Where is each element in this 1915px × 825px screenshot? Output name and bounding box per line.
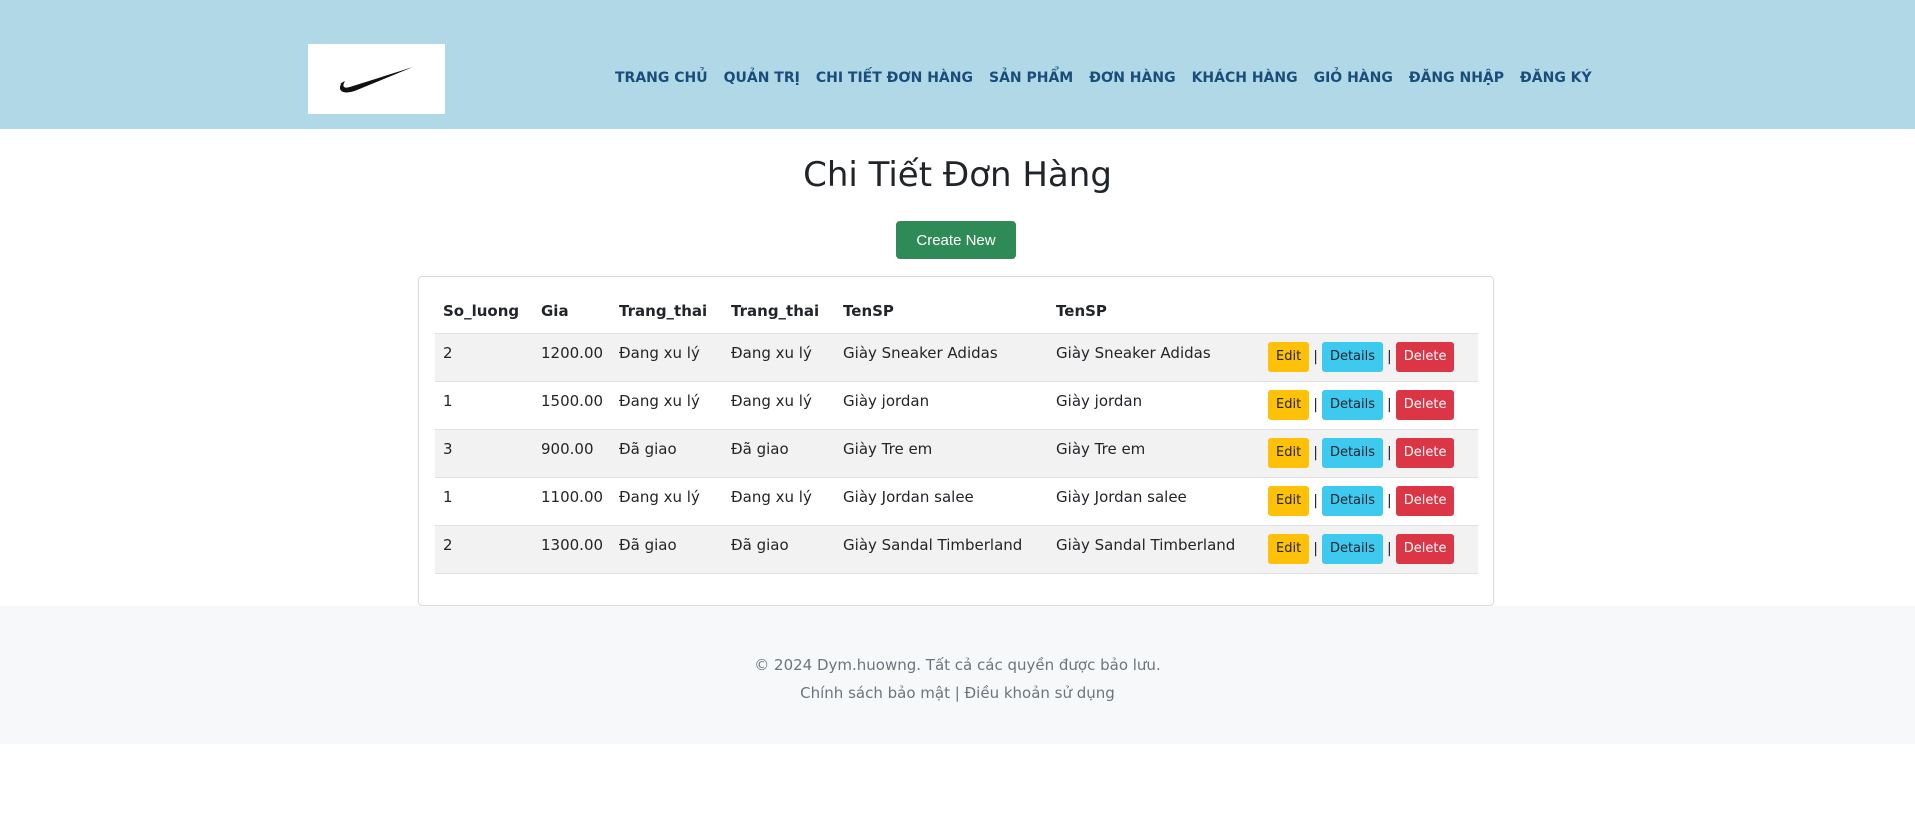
orders-card: So_luong Gia Trang_thai Trang_thai TenSP… [418,276,1494,606]
table-cell: 1300.00 [533,525,612,574]
col-header: TenSP [1048,289,1261,334]
table-cell: Đã giao [611,429,724,478]
col-header: Trang_thai [723,289,836,334]
nav-trang-chu[interactable]: TRANG CHỦ [615,70,708,86]
nav-quan-tri[interactable]: QUẢN TRỊ [724,70,800,86]
col-header: Gia [533,289,612,334]
main-nav: TRANG CHỦ QUẢN TRỊ CHI TIẾT ĐƠN HÀNG SẢN… [608,65,1600,91]
row-actions: Edit | Details | Delete [1260,429,1478,478]
table-cell: Đang xu lý [723,477,836,526]
row-actions: Edit | Details | Delete [1260,477,1478,526]
table-cell: 1 [435,477,533,526]
col-header-actions [1260,289,1478,334]
site-header: TRANG CHỦ QUẢN TRỊ CHI TIẾT ĐƠN HÀNG SẢN… [0,0,1915,129]
edit-button[interactable]: Edit [1268,437,1310,468]
delete-button[interactable]: Delete [1395,437,1455,468]
table-cell: 1500.00 [533,381,612,430]
separator: | [1387,396,1392,413]
details-button[interactable]: Details [1321,437,1384,468]
separator: | [1313,396,1318,413]
col-header: TenSP [835,289,1049,334]
table-cell: 1 [435,381,533,430]
delete-button[interactable]: Delete [1395,341,1455,372]
create-new-button[interactable]: Create New [896,221,1016,259]
separator: | [1387,492,1392,509]
nav-san-pham[interactable]: SẢN PHẨM [989,70,1073,86]
table-cell: 1200.00 [533,333,612,382]
footer-links[interactable]: Chính sách bảo mật | Điều khoản sử dụng [0,684,1915,702]
table-cell: 2 [435,525,533,574]
table-cell: 900.00 [533,429,612,478]
table-row: 3 900.00 Đã giao Đã giao Giày Tre em Giày Tre… [435,429,1478,478]
table-cell: Giày Sandal Timberland [835,525,1049,574]
table-cell: Đã giao [723,429,836,478]
row-actions: Edit | Details | Delete [1260,333,1478,382]
table-cell: Đang xu lý [611,333,724,382]
table-cell: Đang xu lý [723,381,836,430]
edit-button[interactable]: Edit [1268,389,1310,420]
separator: | [1313,540,1318,557]
delete-button[interactable]: Delete [1395,485,1455,516]
table-cell: Đã giao [611,525,724,574]
table-cell: Giày Jordan salee [1048,477,1261,526]
order-details-table: So_luong Gia Trang_thai Trang_thai TenSP… [435,289,1478,574]
col-header: Trang_thai [611,289,724,334]
table-cell: Giày jordan [1048,381,1261,430]
nav-chi-tiet-don-hang[interactable]: CHI TIẾT ĐƠN HÀNG [816,70,973,86]
nav-don-hang[interactable]: ĐƠN HÀNG [1089,70,1175,86]
edit-button[interactable]: Edit [1268,341,1310,372]
details-button[interactable]: Details [1321,389,1384,420]
site-footer: © 2024 Dym.huowng. Tất cả các quyền được… [0,606,1915,744]
col-header: So_luong [435,289,533,334]
separator: | [1313,492,1318,509]
table-cell: Giày Sneaker Adidas [1048,333,1261,382]
table-row: 1 1100.00 Đang xu lý Đang xu lý Giày Jordan … [435,477,1478,526]
details-button[interactable]: Details [1321,341,1384,372]
nav-dang-ky[interactable]: ĐĂNG KÝ [1520,70,1592,86]
separator: | [1387,444,1392,461]
edit-button[interactable]: Edit [1268,485,1310,516]
nike-swoosh-icon [339,67,413,93]
table-cell: Đã giao [723,525,836,574]
table-row: 1 1500.00 Đang xu lý Đang xu lý Giày jordan G… [435,381,1478,430]
separator: | [1313,348,1318,365]
nav-gio-hang[interactable]: GIỎ HÀNG [1314,70,1393,86]
row-actions: Edit | Details | Delete [1260,525,1478,574]
separator: | [1387,540,1392,557]
logo[interactable] [308,44,445,114]
table-cell: Giày Sneaker Adidas [835,333,1049,382]
table-cell: Đang xu lý [611,381,724,430]
footer-copyright: © 2024 Dym.huowng. Tất cả các quyền được… [754,656,1161,674]
details-button[interactable]: Details [1321,533,1384,564]
delete-button[interactable]: Delete [1395,533,1455,564]
page-title: Chi Tiết Đơn Hàng [803,155,1112,195]
table-cell: Giày Jordan salee [835,477,1049,526]
table-row: 2 1200.00 Đang xu lý Đang xu lý Giày Sneaker… [435,333,1478,382]
table-cell: Giày Tre em [1048,429,1261,478]
row-actions: Edit | Details | Delete [1260,381,1478,430]
table-cell: Đang xu lý [611,477,724,526]
edit-button[interactable]: Edit [1268,533,1310,564]
details-button[interactable]: Details [1321,485,1384,516]
nav-khach-hang[interactable]: KHÁCH HÀNG [1192,70,1298,86]
nav-dang-nhap[interactable]: ĐĂNG NHẬP [1409,70,1504,86]
table-header-row: So_luong Gia Trang_thai Trang_thai TenSP… [435,289,1478,334]
table-cell: Đang xu lý [723,333,836,382]
table-cell: 3 [435,429,533,478]
table-cell: Giày Sandal Timberland [1048,525,1261,574]
table-cell: Giày Tre em [835,429,1049,478]
separator: | [1313,444,1318,461]
separator: | [1387,348,1392,365]
table-cell: 1100.00 [533,477,612,526]
table-cell: 2 [435,333,533,382]
delete-button[interactable]: Delete [1395,389,1455,420]
table-cell: Giày jordan [835,381,1049,430]
table-row: 2 1300.00 Đã giao Đã giao Giày Sandal Timber… [435,525,1478,574]
